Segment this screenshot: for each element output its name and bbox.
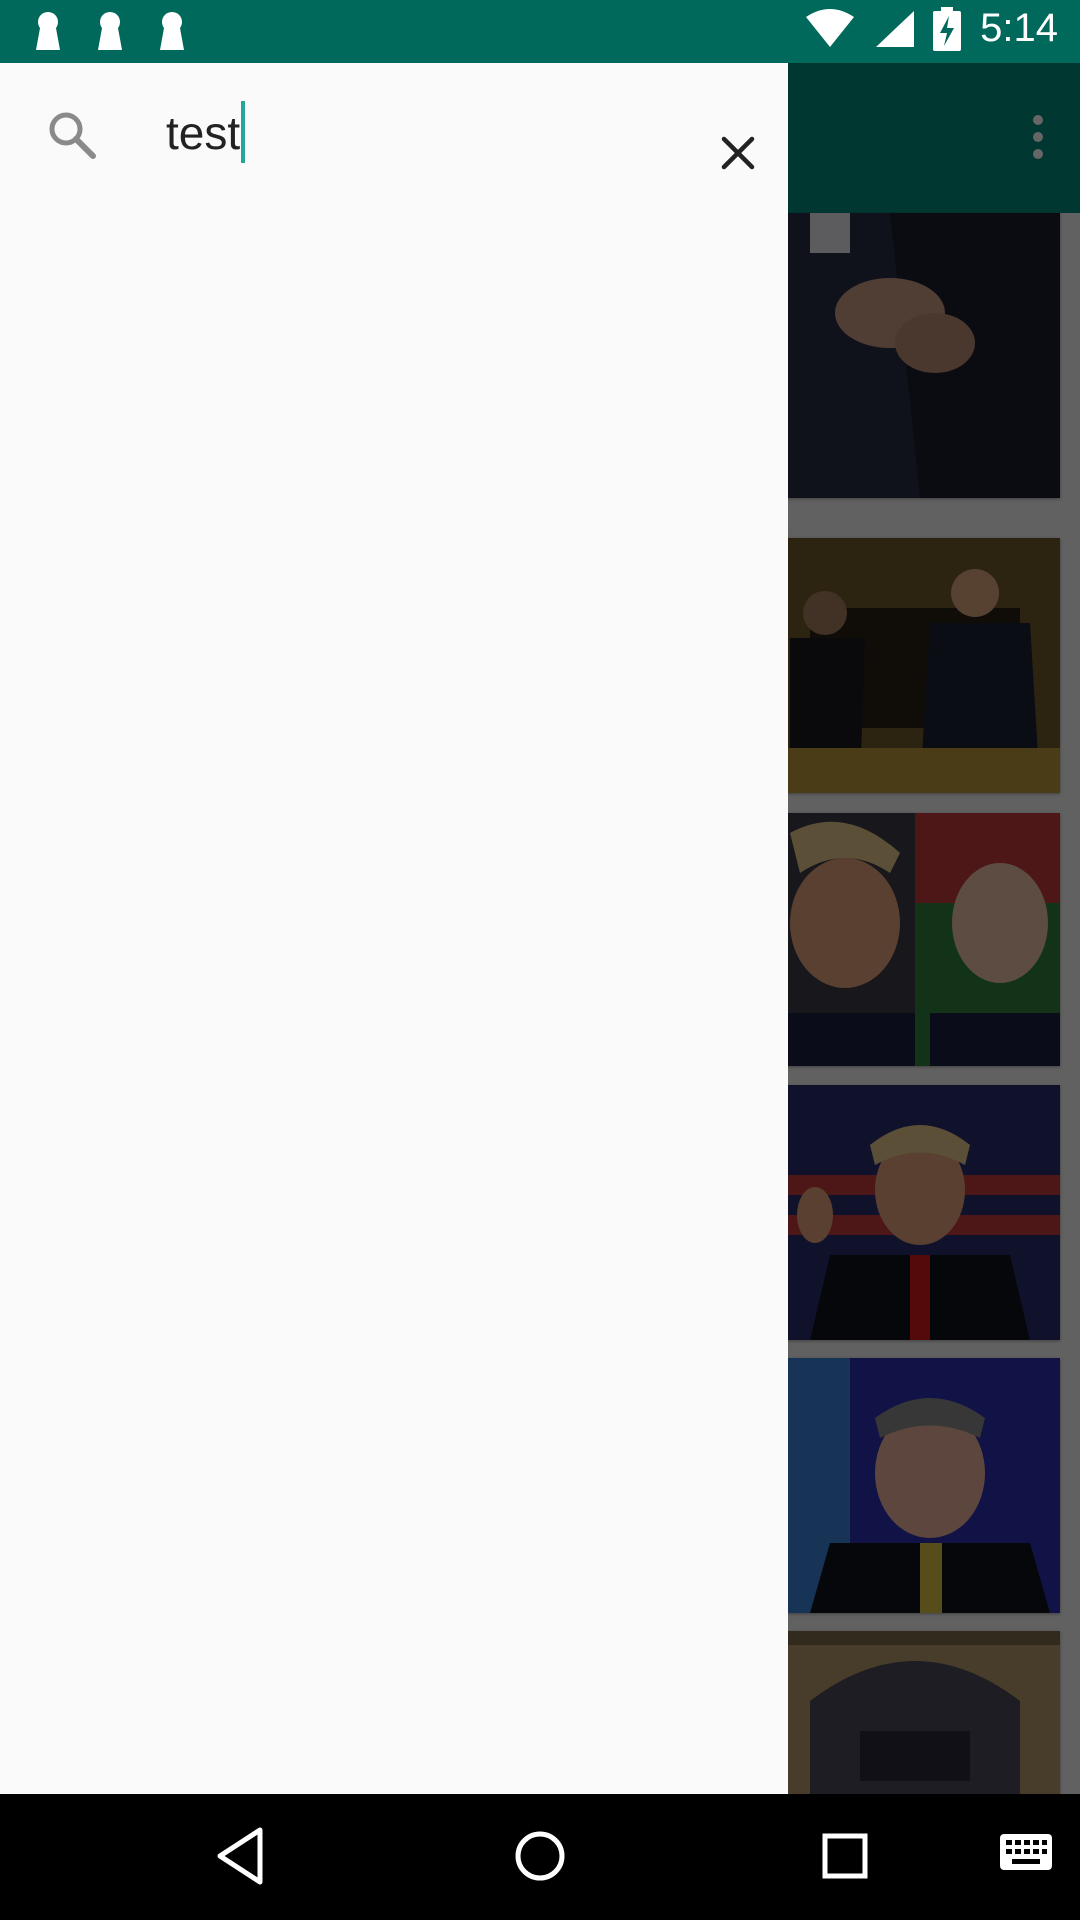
status-bar: 5:14: [0, 0, 1080, 63]
search-drawer: test: [0, 63, 788, 1794]
recents-icon[interactable]: [815, 1824, 875, 1888]
search-query: test: [166, 107, 241, 159]
signal-icon: [876, 10, 915, 47]
keyhole-icon: [160, 12, 184, 50]
back-icon[interactable]: [210, 1824, 270, 1888]
search-icon[interactable]: [46, 109, 98, 161]
close-icon[interactable]: [718, 133, 758, 173]
system-icons: 5:14: [804, 6, 1058, 51]
notification-icons: [30, 10, 190, 52]
keyboard-icon[interactable]: [998, 1832, 1054, 1872]
text-caret: [241, 101, 246, 163]
home-icon[interactable]: [510, 1824, 570, 1888]
search-bar: test: [0, 63, 788, 203]
keyhole-icon: [98, 12, 122, 50]
navigation-bar: [0, 1794, 1080, 1920]
search-input[interactable]: test: [166, 101, 246, 165]
battery-charging-icon: [933, 6, 962, 51]
wifi-icon: [806, 8, 855, 47]
keyhole-icon: [36, 12, 60, 50]
status-time: 5:14: [980, 6, 1058, 50]
